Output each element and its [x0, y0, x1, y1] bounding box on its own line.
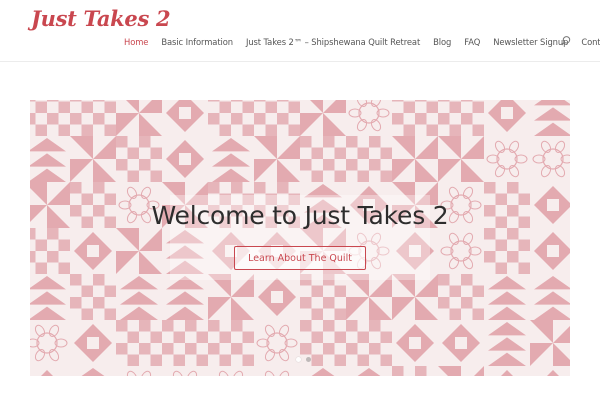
learn-about-quilt-button[interactable]: Learn About The Quilt	[234, 246, 366, 270]
nav-item-newsletter-signup[interactable]: Newsletter Signup	[493, 37, 568, 47]
nav-item-blog[interactable]: Blog	[433, 37, 451, 47]
site-logo[interactable]: Just Takes 2	[31, 6, 171, 31]
slider-dots	[296, 357, 311, 362]
nav-item-home[interactable]: Home	[124, 37, 148, 47]
hero-title: Welcome to Just Takes 2	[151, 201, 449, 230]
site-header: Just Takes 2 Home Basic Information Just…	[0, 0, 600, 62]
search-icon[interactable]	[560, 35, 572, 47]
main-nav: Home Basic Information Just Takes 2™ – S…	[124, 36, 600, 48]
slider-dot-1[interactable]	[296, 357, 301, 362]
nav-item-contact[interactable]: Contact	[581, 37, 600, 47]
nav-item-basic-information[interactable]: Basic Information	[161, 37, 233, 47]
nav-item-faq[interactable]: FAQ	[464, 37, 480, 47]
hero-slider: Welcome to Just Takes 2 Learn About The …	[30, 100, 570, 376]
quilt-background-image	[30, 100, 570, 376]
nav-item-quilt-retreat[interactable]: Just Takes 2™ – Shipshewana Quilt Retrea…	[246, 37, 420, 47]
slider-dot-2[interactable]	[306, 357, 311, 362]
